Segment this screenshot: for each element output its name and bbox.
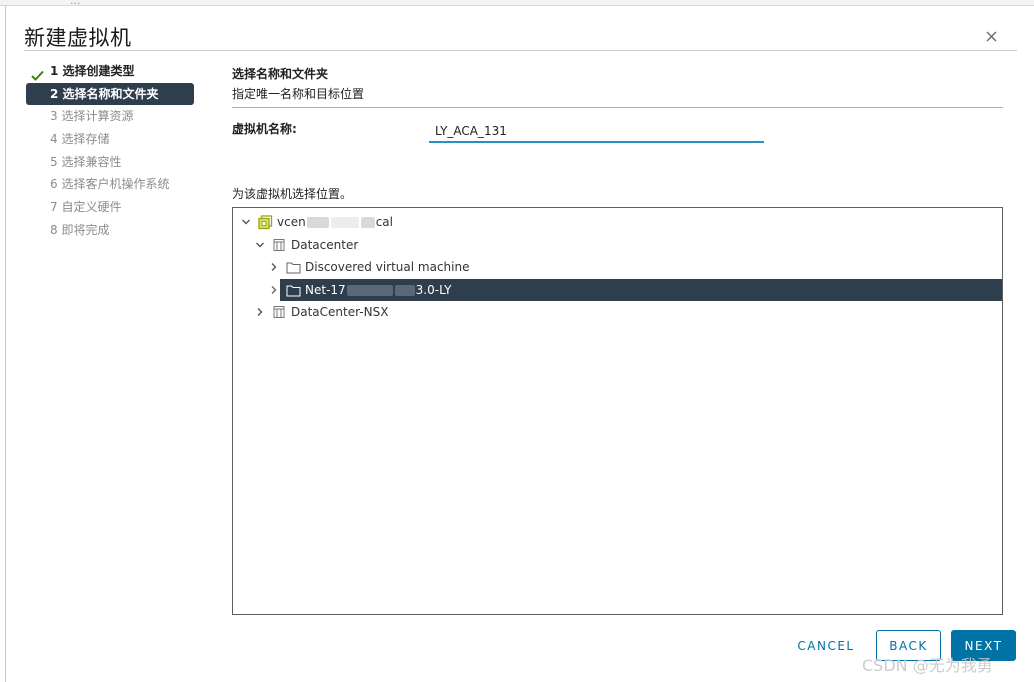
datacenter-icon	[271, 304, 287, 320]
location-label: 为该虚拟机选择位置。	[232, 187, 353, 201]
chevron-down-icon[interactable]	[253, 238, 267, 252]
datacenter-icon	[271, 237, 287, 253]
cancel-button[interactable]: CANCEL	[791, 630, 861, 661]
step-label: 4 选择存储	[50, 132, 110, 147]
tree-node-label: DataCenter-NSX	[291, 305, 389, 319]
step-label: 2 选择名称和文件夹	[50, 86, 159, 101]
step-label: 5 选择兼容性	[50, 154, 122, 169]
check-icon	[31, 66, 44, 81]
redacted-text	[306, 216, 329, 228]
watermark: CSDN @无为我勇	[862, 656, 993, 675]
dialog-title: 新建虚拟机	[24, 26, 132, 50]
close-button[interactable]	[981, 26, 1001, 46]
chevron-right-icon[interactable]	[267, 283, 281, 297]
tree-node-label: Net-17	[305, 283, 346, 297]
tree-node-label: Datacenter	[291, 238, 359, 252]
close-icon	[986, 27, 997, 46]
step-label: 1 选择创建类型	[50, 64, 135, 78]
content-subtitle: 指定唯一名称和目标位置	[232, 87, 365, 101]
step-select-storage: 4 选择存储	[24, 128, 216, 151]
step-label: 7 自定义硬件	[50, 200, 122, 215]
new-vm-dialog: 新建虚拟机 1 选择创建类型 2 选择名称和文件夹 3 选择计算资源 4 选择存…	[5, 6, 1034, 682]
step-ready-to-complete: 8 即将完成	[24, 219, 216, 242]
redacted-text	[346, 284, 393, 296]
tree-node-datacenter[interactable]: Datacenter	[233, 234, 1002, 256]
step-content: 选择名称和文件夹 指定唯一名称和目标位置 虚拟机名称: 为该虚拟机选择位置。 v…	[232, 64, 1004, 615]
title-divider	[24, 50, 1017, 51]
wizard-steps: 1 选择创建类型 2 选择名称和文件夹 3 选择计算资源 4 选择存储 5 选择…	[24, 60, 216, 242]
tree-node-vcenter[interactable]: vcen cal	[233, 211, 1002, 233]
redacted-text	[394, 284, 415, 296]
content-divider	[232, 107, 1003, 108]
step-select-name-folder[interactable]: 2 选择名称和文件夹	[26, 82, 194, 106]
step-customize-hardware: 7 自定义硬件	[24, 196, 216, 219]
folder-icon	[285, 282, 301, 298]
step-label: 6 选择客户机操作系统	[50, 177, 170, 192]
location-tree[interactable]: vcen cal Datacenter Discovered virtual m…	[232, 207, 1003, 615]
vcenter-icon	[257, 214, 273, 230]
chevron-right-icon[interactable]	[253, 305, 267, 319]
chevron-down-icon[interactable]	[239, 215, 253, 229]
vm-name-input[interactable]	[429, 121, 764, 143]
step-label: 8 即将完成	[50, 222, 110, 237]
redacted-text	[360, 216, 375, 228]
redacted-text	[330, 216, 359, 228]
tree-node-label: vcen	[277, 215, 306, 229]
step-select-compatibility: 5 选择兼容性	[24, 151, 216, 174]
step-select-guest-os: 6 选择客户机操作系统	[24, 173, 216, 196]
folder-icon	[285, 259, 301, 275]
tree-node-label: Discovered virtual machine	[305, 260, 470, 274]
tree-node-label-suffix: 3.0-LY	[415, 283, 452, 297]
tree-node-net-folder[interactable]: Net-17 3.0-LY	[271, 279, 1002, 301]
content-title: 选择名称和文件夹	[232, 67, 329, 81]
step-label: 3 选择计算资源	[50, 109, 134, 124]
vm-name-label: 虚拟机名称:	[232, 122, 297, 136]
step-select-creation-type[interactable]: 1 选择创建类型	[24, 60, 216, 83]
step-select-compute-resource: 3 选择计算资源	[24, 105, 216, 128]
tree-node-discovered-vm[interactable]: Discovered virtual machine	[233, 256, 1002, 278]
tree-node-label-suffix: cal	[375, 215, 393, 229]
chevron-right-icon[interactable]	[267, 260, 281, 274]
tree-node-datacenter-nsx[interactable]: DataCenter-NSX	[233, 301, 1002, 323]
